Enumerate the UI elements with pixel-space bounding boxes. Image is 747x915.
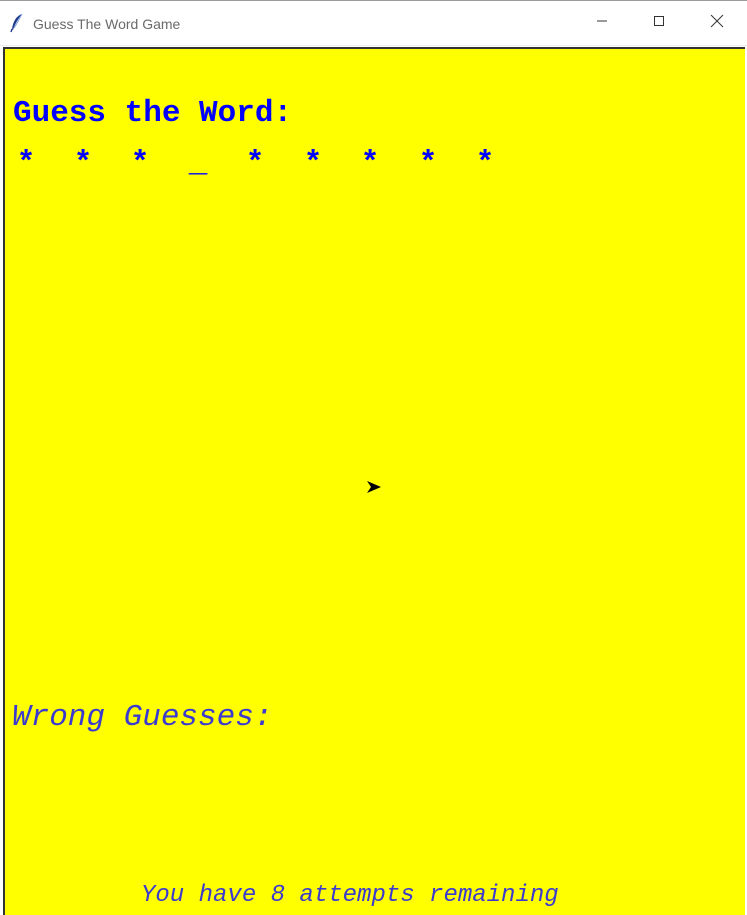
masked-letter: *	[418, 146, 438, 181]
game-canvas[interactable]: Guess the Word: * * * _ * * * * * Wrong …	[3, 47, 745, 915]
masked-letter: *	[303, 146, 323, 181]
pointer-cursor-icon	[366, 479, 382, 495]
attempts-remaining-text: You have 8 attempts remaining	[141, 882, 559, 909]
masked-letter: *	[360, 146, 380, 181]
minimize-icon	[596, 14, 608, 32]
feather-icon	[10, 13, 24, 33]
maximize-button[interactable]	[630, 2, 688, 44]
close-button[interactable]	[688, 2, 746, 44]
masked-letter: *	[475, 146, 495, 181]
title-bar[interactable]: Guess The Word Game	[0, 1, 747, 46]
window-title: Guess The Word Game	[33, 16, 181, 32]
maximize-icon	[653, 14, 665, 32]
guess-word-heading: Guess the Word:	[13, 96, 293, 131]
close-icon	[710, 14, 724, 33]
masked-letter: *	[73, 146, 93, 181]
masked-letter: *	[245, 146, 265, 181]
minimize-button[interactable]	[573, 2, 631, 44]
masked-letter: _	[188, 146, 208, 181]
app-window: Guess The Word Game Guess the Word: * * …	[0, 0, 747, 915]
masked-letter: *	[16, 146, 36, 181]
wrong-guesses-label: Wrong Guesses:	[12, 700, 273, 735]
masked-letter: *	[130, 146, 150, 181]
